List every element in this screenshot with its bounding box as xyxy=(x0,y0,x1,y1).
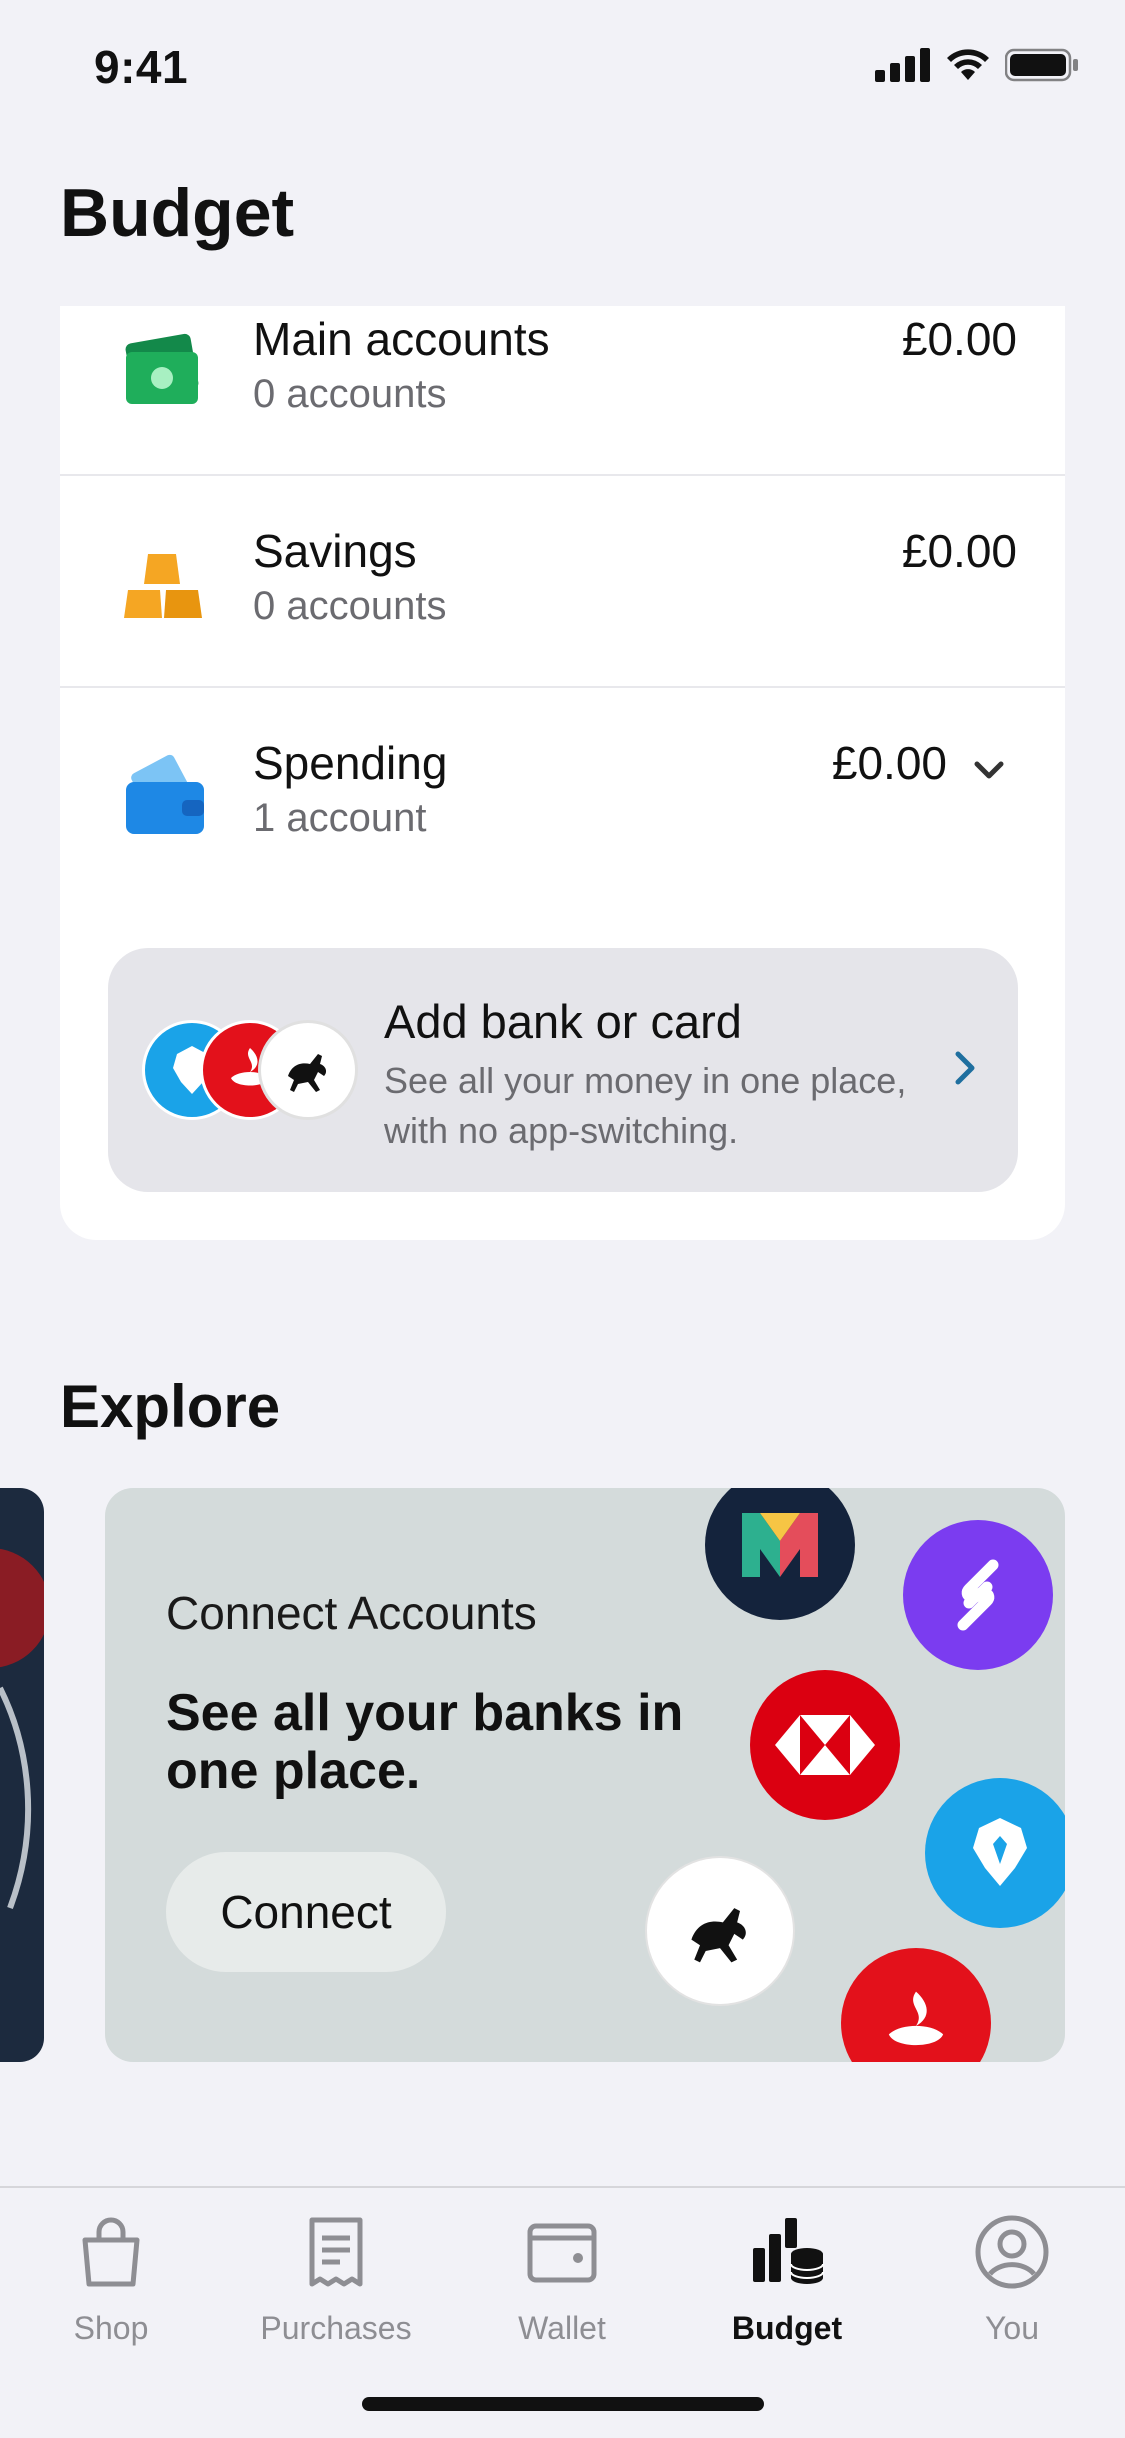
spending-row[interactable]: Spending 1 account £0.00 xyxy=(60,730,1065,942)
wallet-icon xyxy=(126,754,204,834)
tab-label: Wallet xyxy=(518,2310,606,2346)
santander-logo-icon xyxy=(841,1948,991,2062)
tab-shop[interactable]: Shop xyxy=(16,2212,206,2347)
lloyds-horse-logo-icon xyxy=(258,1020,358,1120)
promo-headline: See all your banks in one place. xyxy=(166,1684,684,1800)
tab-budget[interactable]: Budget xyxy=(692,2212,882,2347)
connect-accounts-promo[interactable]: Connect Accounts See all your banks in o… xyxy=(105,1488,1065,2062)
main-accounts-row[interactable]: Main accounts 0 accounts £0.00 xyxy=(60,306,1065,518)
home-indicator xyxy=(362,2397,764,2411)
card-image xyxy=(0,1548,44,1910)
cash-icon xyxy=(125,333,199,404)
hsbc-logo-icon xyxy=(750,1670,900,1820)
divider xyxy=(60,686,1065,688)
lloyds-horse-logo-icon xyxy=(645,1856,795,2006)
budget-icon xyxy=(753,2218,824,2284)
savings-row[interactable]: Savings 0 accounts £0.00 xyxy=(60,518,1065,730)
wallet-icon xyxy=(527,2223,597,2283)
accounts-card: Main accounts 0 accounts £0.00 Savings 0… xyxy=(60,306,1065,1240)
bank-logos xyxy=(142,1020,358,1120)
monzo-logo-icon xyxy=(705,1488,855,1620)
gold-bars-icon xyxy=(124,554,202,618)
starling-logo-icon xyxy=(903,1520,1053,1670)
explore-title: Explore xyxy=(60,1373,281,1440)
add-bank-card[interactable]: Add bank or card See all your money in o… xyxy=(108,948,1018,1192)
tab-wallet[interactable]: Wallet xyxy=(467,2212,657,2347)
shopping-bag-icon xyxy=(82,2217,140,2287)
tab-label: Budget xyxy=(731,2310,843,2346)
account-count: 0 accounts xyxy=(253,372,447,416)
status-time: 9:41 xyxy=(94,41,189,93)
account-amount: £0.00 xyxy=(901,313,1017,365)
account-count: 0 accounts xyxy=(253,584,447,628)
divider xyxy=(60,474,1065,476)
profile-icon xyxy=(975,2215,1049,2289)
tab-you[interactable]: You xyxy=(917,2212,1107,2347)
promo-eyebrow: Connect Accounts xyxy=(166,1587,537,1639)
tab-label: Purchases xyxy=(260,2310,412,2346)
account-name: Savings xyxy=(253,525,417,577)
tab-label: Shop xyxy=(73,2310,149,2346)
receipt-icon xyxy=(309,2217,363,2287)
connect-button[interactable]: Connect xyxy=(166,1852,446,1972)
previous-explore-card[interactable] xyxy=(0,1488,44,2062)
tab-label: You xyxy=(985,2310,1039,2346)
page-title: Budget xyxy=(60,175,295,251)
account-name: Spending xyxy=(253,737,448,789)
battery-icon xyxy=(1005,48,1078,82)
account-amount: £0.00 xyxy=(831,737,947,789)
wifi-icon xyxy=(947,49,989,80)
account-name: Main accounts xyxy=(253,313,550,365)
status-icons xyxy=(875,48,1079,82)
chevron-right-icon xyxy=(955,1051,975,1085)
account-amount: £0.00 xyxy=(901,525,1017,577)
signal-icon xyxy=(875,48,930,82)
add-bank-description: See all your money in one place, with no… xyxy=(384,1060,907,1151)
add-bank-title: Add bank or card xyxy=(384,995,742,1048)
chevron-down-icon[interactable] xyxy=(969,750,1009,790)
tab-purchases[interactable]: Purchases xyxy=(241,2212,431,2347)
barclays-logo-icon xyxy=(925,1778,1065,1928)
account-count: 1 account xyxy=(253,796,427,840)
